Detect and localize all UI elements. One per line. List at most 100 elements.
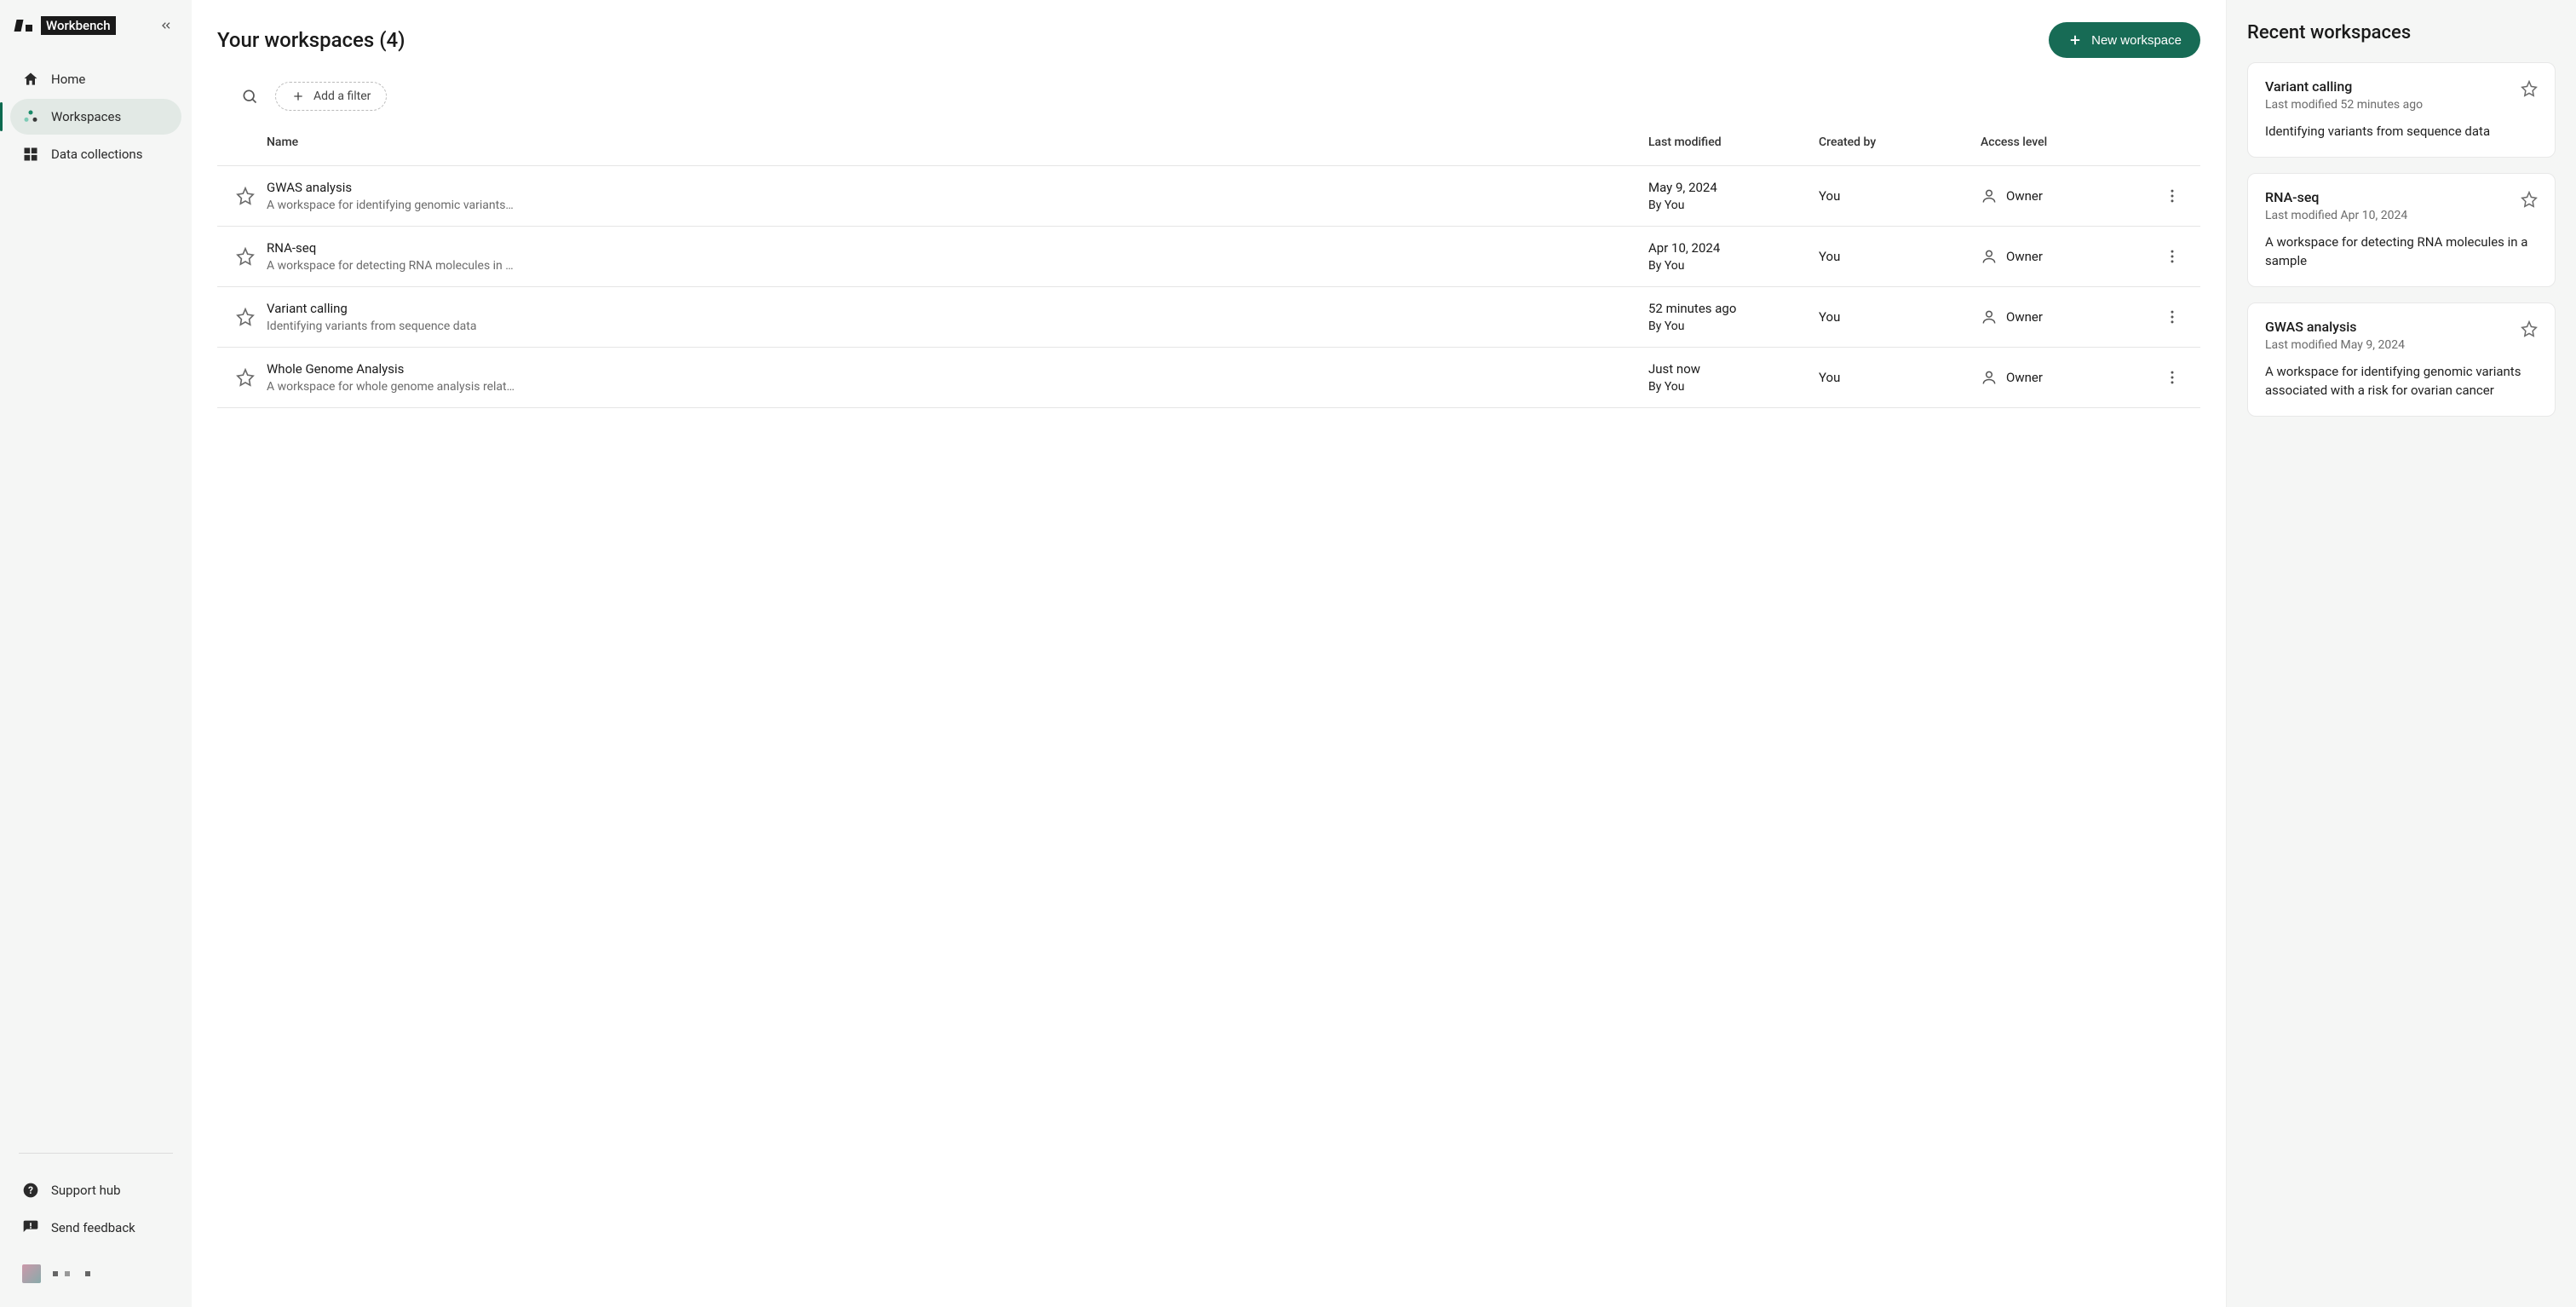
sidebar-item-workspaces[interactable]: Workspaces: [10, 99, 181, 135]
sidebar-item-label: Send feedback: [51, 1220, 135, 1235]
workspace-name: GWAS analysis: [267, 180, 1631, 195]
favorite-toggle[interactable]: [2521, 320, 2538, 337]
brand[interactable]: Workbench: [15, 16, 116, 35]
more-vert-icon: [2164, 369, 2181, 386]
feedback-icon: [22, 1219, 39, 1236]
row-more-button[interactable]: [2151, 187, 2194, 204]
star-icon: [2521, 80, 2538, 97]
star-icon: [236, 187, 255, 205]
sidebar-item-support-hub[interactable]: ? Support hub: [10, 1172, 181, 1208]
table-row[interactable]: RNA-seq A workspace for detecting RNA mo…: [217, 226, 2200, 286]
row-more-button[interactable]: [2151, 248, 2194, 265]
favorite-toggle[interactable]: [2521, 80, 2538, 97]
help-icon: ?: [22, 1182, 39, 1199]
sidebar-item-label: Workspaces: [51, 109, 121, 124]
star-icon: [236, 368, 255, 387]
sidebar-item-data-collections[interactable]: Data collections: [10, 136, 181, 172]
recent-card-description: A workspace for identifying genomic vari…: [2265, 362, 2538, 400]
sidebar-item-home[interactable]: Home: [10, 61, 181, 97]
favorite-toggle[interactable]: [224, 247, 267, 266]
new-workspace-button[interactable]: New workspace: [2049, 22, 2200, 58]
recent-card[interactable]: Variant calling Last modified 52 minutes…: [2247, 62, 2556, 158]
search-icon: [241, 88, 258, 105]
recent-card[interactable]: GWAS analysis Last modified May 9, 2024 …: [2247, 302, 2556, 417]
avatar: [22, 1264, 41, 1283]
workspace-description: Identifying variants from sequence data: [267, 320, 1631, 333]
access-level: Owner: [2006, 249, 2043, 264]
chevron-double-left-icon: [159, 19, 173, 32]
brand-logo-icon: [15, 20, 32, 32]
star-icon: [2521, 191, 2538, 208]
collapse-sidebar-button[interactable]: [156, 15, 176, 36]
workspace-description: A workspace for identifying genomic vari…: [267, 199, 1631, 212]
page-title: Your workspaces (4): [217, 28, 405, 52]
column-last-modified[interactable]: Last modified: [1648, 135, 1819, 152]
home-icon: [22, 71, 39, 88]
star-icon: [236, 308, 255, 326]
created-by: You: [1819, 309, 1981, 325]
recent-workspaces-panel: Recent workspaces Variant calling Last m…: [2227, 0, 2576, 1307]
access-level: Owner: [2006, 188, 2043, 204]
table-row[interactable]: Variant calling Identifying variants fro…: [217, 286, 2200, 347]
avatar-placeholder-icon: [53, 1271, 90, 1276]
recent-card-subtitle: Last modified Apr 10, 2024: [2265, 209, 2407, 222]
sidebar-item-send-feedback[interactable]: Send feedback: [10, 1210, 181, 1246]
sidebar: Workbench Home Workspaces: [0, 0, 192, 1307]
main-content: Your workspaces (4) New workspace Add a …: [192, 0, 2227, 1307]
workspace-description: A workspace for whole genome analysis re…: [267, 380, 1631, 394]
access-level: Owner: [2006, 370, 2043, 385]
column-access-level[interactable]: Access level: [1981, 135, 2151, 152]
divider: [19, 1153, 173, 1154]
plus-icon: [2067, 32, 2083, 48]
workspaces-icon: [22, 108, 39, 125]
favorite-toggle[interactable]: [224, 368, 267, 387]
modified-by: By You: [1648, 380, 1819, 394]
recent-card-title: Variant calling: [2265, 78, 2423, 95]
recent-card[interactable]: RNA-seq Last modified Apr 10, 2024 A wor…: [2247, 173, 2556, 287]
modified-by: By You: [1648, 259, 1819, 273]
new-workspace-label: New workspace: [2091, 33, 2182, 48]
more-vert-icon: [2164, 187, 2181, 204]
modified-by: By You: [1648, 199, 1819, 212]
favorite-toggle[interactable]: [224, 308, 267, 326]
row-more-button[interactable]: [2151, 308, 2194, 325]
recent-title: Recent workspaces: [2247, 22, 2556, 43]
workspace-description: A workspace for detecting RNA molecules …: [267, 259, 1631, 273]
brand-name: Workbench: [41, 16, 116, 35]
user-menu[interactable]: [10, 1256, 181, 1292]
person-icon: [1981, 369, 1998, 386]
access-level: Owner: [2006, 309, 2043, 325]
recent-card-description: Identifying variants from sequence data: [2265, 122, 2538, 141]
row-more-button[interactable]: [2151, 369, 2194, 386]
recent-card-title: RNA-seq: [2265, 189, 2407, 205]
table-row[interactable]: Whole Genome Analysis A workspace for wh…: [217, 347, 2200, 408]
table-row[interactable]: GWAS analysis A workspace for identifyin…: [217, 165, 2200, 226]
column-created-by[interactable]: Created by: [1819, 135, 1981, 152]
person-icon: [1981, 187, 1998, 204]
search-button[interactable]: [241, 88, 258, 105]
sidebar-item-label: Home: [51, 72, 85, 87]
modified-date: 52 minutes ago: [1648, 301, 1819, 316]
column-name[interactable]: Name: [267, 135, 1648, 152]
svg-text:?: ?: [28, 1184, 33, 1196]
recent-card-subtitle: Last modified May 9, 2024: [2265, 338, 2405, 352]
modified-date: Just now: [1648, 361, 1819, 377]
workspace-name: RNA-seq: [267, 240, 1631, 256]
more-vert-icon: [2164, 308, 2181, 325]
plus-icon: [291, 89, 305, 103]
created-by: You: [1819, 370, 1981, 385]
sidebar-item-label: Data collections: [51, 147, 142, 162]
created-by: You: [1819, 188, 1981, 204]
modified-by: By You: [1648, 320, 1819, 333]
workspace-name: Whole Genome Analysis: [267, 361, 1631, 377]
recent-card-title: GWAS analysis: [2265, 319, 2405, 335]
favorite-toggle[interactable]: [224, 187, 267, 205]
star-icon: [2521, 320, 2538, 337]
more-vert-icon: [2164, 248, 2181, 265]
workspaces-table: Name Last modified Created by Access lev…: [217, 130, 2200, 408]
table-header: Name Last modified Created by Access lev…: [217, 130, 2200, 165]
add-filter-button[interactable]: Add a filter: [275, 82, 387, 111]
add-filter-label: Add a filter: [313, 89, 371, 103]
favorite-toggle[interactable]: [2521, 191, 2538, 208]
recent-card-subtitle: Last modified 52 minutes ago: [2265, 98, 2423, 112]
